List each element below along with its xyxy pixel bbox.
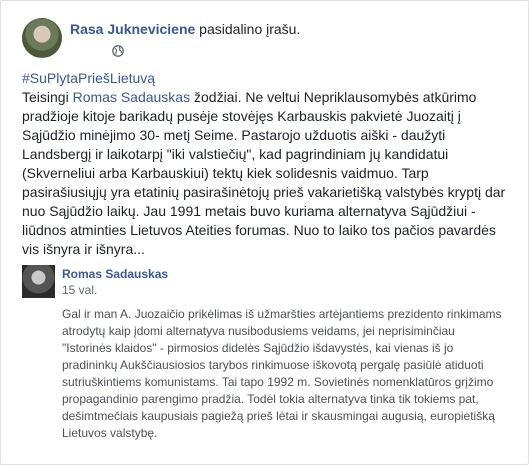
shared-action-text: pasidalino įrašu. (195, 21, 301, 37)
post-body-line: Sąjūdžio minėjimo 30- metį Seime. Pastar… (22, 127, 446, 143)
quoted-text-line: sutriuškintiems komunistams. Tai tapo 19… (62, 375, 494, 389)
post-body-line: liūdnos atminties Lietuvos Ateities foru… (22, 222, 496, 238)
post-body-line: nuo Sąjūdžio laikų. Jau 1991 metais buvo… (22, 203, 476, 219)
post-body-prefix: Teisingi (22, 89, 73, 105)
post-body-line: Teisingi Romas Sadauskas žodžiai. Ne vel… (22, 88, 512, 107)
quoted-text-line: atrodytų kaip įdomi alternatyva nusibodu… (62, 324, 455, 338)
hashtag-link[interactable]: #SuPlytaPriešLietuvą (22, 69, 512, 88)
globe-icon[interactable] (112, 45, 124, 57)
quoted-text-line: "Istorinės klaidos" - pirmosios didelės … (62, 341, 454, 355)
post-body-line: (Skverneliui arba Karbauskiui) tektų kie… (22, 165, 429, 181)
post-body-line: Landsbergį ir laikotarpį "iki valstiečių… (22, 146, 449, 162)
quoted-author-name-link[interactable]: Romas Sadauskas (62, 267, 168, 281)
post-body-line: vis išnyra ir išnyra... (22, 241, 145, 257)
mention-link[interactable]: Romas Sadauskas (73, 89, 191, 105)
post-body: #SuPlytaPriešLietuvą Teisingi Romas Sada… (22, 69, 512, 259)
quoted-author-avatar[interactable] (22, 265, 55, 298)
quoted-text-line: dešimtmečiais kaupusiais pagiežą prieš l… (62, 409, 495, 423)
post-body-first-line-rest: žodžiai. Ne veltui Nepriklausomybės atkū… (190, 89, 477, 105)
quoted-text-line: Gal ir man A. Juozaičio prikėlimas iš už… (62, 307, 502, 321)
quoted-text-line: pradininkų Aukščiausiosios tarybos rinki… (62, 358, 484, 372)
post-body-line: pasirašiusiųjų yra etatinių pasirašinėto… (22, 184, 506, 200)
quoted-post-timestamp[interactable]: 15 val. (62, 283, 97, 297)
author-avatar[interactable] (22, 18, 62, 58)
post-body-line: pradžioje kitoje barikadų pusėje stovėję… (22, 108, 461, 124)
author-name-link[interactable]: Rasa Jukneviciene (70, 21, 195, 37)
quoted-text-line: propagandinio parengimo pradžia. Todėl t… (62, 392, 479, 406)
shared-post-card: Rasa Jukneviciene pasidalino įrašu. #SuP… (0, 0, 529, 465)
quoted-text-line: Lietuvos valstybę. (62, 426, 158, 440)
author-line: Rasa Jukneviciene pasidalino įrašu. (70, 21, 300, 37)
quoted-post-text: Gal ir man A. Juozaičio prikėlimas iš už… (62, 306, 512, 442)
